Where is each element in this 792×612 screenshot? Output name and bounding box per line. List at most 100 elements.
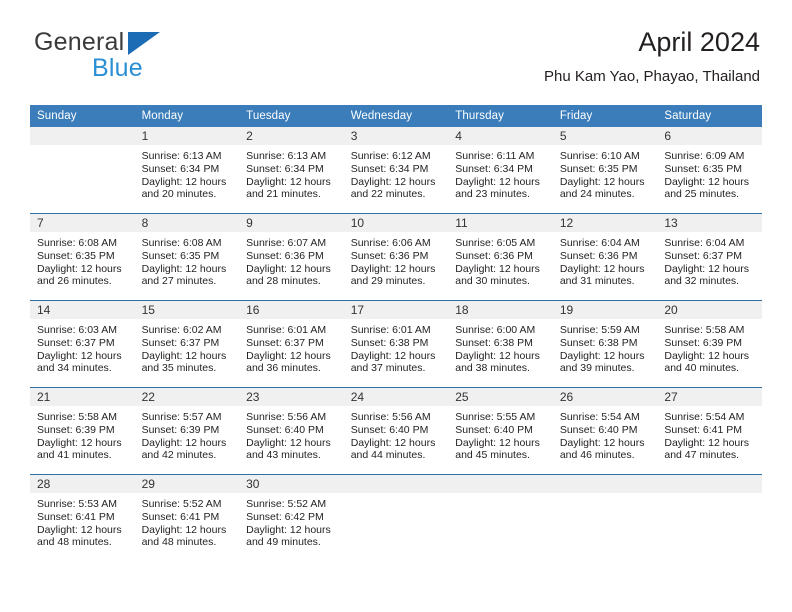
day-info: Sunrise: 6:07 AM Sunset: 6:36 PM Dayligh… — [239, 232, 344, 288]
day-cell[interactable]: 15 Sunrise: 6:02 AM Sunset: 6:37 PM Dayl… — [134, 300, 240, 388]
day-cell[interactable]: 8 Sunrise: 6:08 AM Sunset: 6:35 PM Dayli… — [134, 213, 240, 301]
day-info: Sunrise: 6:02 AM Sunset: 6:37 PM Dayligh… — [135, 319, 240, 375]
day-cell[interactable]: 23 Sunrise: 5:56 AM Sunset: 6:40 PM Dayl… — [239, 387, 344, 475]
sunrise-text: Sunrise: 5:56 AM — [246, 411, 327, 423]
page-header: General Blue April 2024 Phu Kam Yao, Pha… — [32, 26, 760, 98]
day-cell[interactable] — [657, 474, 762, 559]
sunrise-text: Sunrise: 5:52 AM — [246, 498, 327, 510]
daylight-text-line1: Daylight: 12 hours — [246, 523, 331, 536]
day-cell[interactable]: 4 Sunrise: 6:11 AM Sunset: 6:34 PM Dayli… — [448, 127, 553, 214]
day-info: Sunrise: 5:54 AM Sunset: 6:40 PM Dayligh… — [553, 406, 658, 462]
daylight-text-line2: and 29 minutes. — [350, 275, 426, 288]
day-cell[interactable] — [343, 474, 449, 559]
day-cell[interactable]: 17 Sunrise: 6:01 AM Sunset: 6:38 PM Dayl… — [343, 300, 449, 388]
day-cell[interactable]: 7 Sunrise: 6:08 AM Sunset: 6:35 PM Dayli… — [30, 213, 135, 301]
day-cell[interactable]: 19 Sunrise: 5:59 AM Sunset: 6:38 PM Dayl… — [552, 300, 658, 388]
sunset-text: Sunset: 6:34 PM — [246, 162, 324, 175]
daylight-text-line1: Daylight: 12 hours — [141, 523, 227, 536]
sunrise-text: Sunrise: 5:54 AM — [559, 411, 640, 423]
day-info — [657, 493, 762, 498]
day-cell[interactable]: 3 Sunrise: 6:12 AM Sunset: 6:34 PM Dayli… — [343, 127, 449, 214]
daylight-text-line1: Daylight: 12 hours — [559, 175, 645, 188]
general-blue-logo[interactable]: General Blue — [32, 26, 242, 88]
day-cell[interactable]: 2 Sunrise: 6:13 AM Sunset: 6:34 PM Dayli… — [239, 127, 344, 214]
day-cell[interactable]: 14 Sunrise: 6:03 AM Sunset: 6:37 PM Dayl… — [30, 300, 135, 388]
sunrise-text: Sunrise: 5:58 AM — [664, 324, 745, 336]
daylight-text-line2: and 37 minutes. — [350, 362, 426, 375]
day-info: Sunrise: 6:13 AM Sunset: 6:34 PM Dayligh… — [239, 145, 344, 201]
day-cell[interactable]: 28 Sunrise: 5:53 AM Sunset: 6:41 PM Dayl… — [30, 474, 135, 559]
sunset-text: Sunset: 6:42 PM — [246, 510, 324, 523]
week-row: 28 Sunrise: 5:53 AM Sunset: 6:41 PM Dayl… — [30, 474, 762, 559]
day-cell[interactable]: 21 Sunrise: 5:58 AM Sunset: 6:39 PM Dayl… — [30, 387, 135, 475]
daylight-text-line1: Daylight: 12 hours — [246, 349, 331, 362]
daylight-text-line2: and 40 minutes. — [664, 362, 740, 375]
daylight-text-line1: Daylight: 12 hours — [350, 175, 436, 188]
daylight-text-line1: Daylight: 12 hours — [246, 175, 331, 188]
day-cell[interactable]: 24 Sunrise: 5:56 AM Sunset: 6:40 PM Dayl… — [343, 387, 449, 475]
sunset-text: Sunset: 6:37 PM — [37, 336, 115, 349]
daylight-text-line1: Daylight: 12 hours — [664, 349, 750, 362]
logo-text-general: General — [34, 28, 125, 56]
day-cell[interactable]: 13 Sunrise: 6:04 AM Sunset: 6:37 PM Dayl… — [657, 213, 762, 301]
day-cell[interactable]: 1 Sunrise: 6:13 AM Sunset: 6:34 PM Dayli… — [134, 127, 240, 214]
day-cell[interactable]: 12 Sunrise: 6:04 AM Sunset: 6:36 PM Dayl… — [552, 213, 658, 301]
day-number: 4 — [448, 127, 553, 145]
daylight-text-line2: and 20 minutes. — [141, 188, 217, 201]
day-cell[interactable] — [448, 474, 553, 559]
sunrise-text: Sunrise: 6:04 AM — [664, 237, 745, 249]
day-info: Sunrise: 5:59 AM Sunset: 6:38 PM Dayligh… — [553, 319, 658, 375]
sunrise-text: Sunrise: 5:57 AM — [141, 411, 222, 423]
day-cell[interactable]: 6 Sunrise: 6:09 AM Sunset: 6:35 PM Dayli… — [657, 127, 762, 214]
daylight-text-line1: Daylight: 12 hours — [455, 262, 540, 275]
day-cell[interactable]: 25 Sunrise: 5:55 AM Sunset: 6:40 PM Dayl… — [448, 387, 553, 475]
day-cell[interactable]: 22 Sunrise: 5:57 AM Sunset: 6:39 PM Dayl… — [134, 387, 240, 475]
daylight-text-line2: and 39 minutes. — [559, 362, 635, 375]
day-info: Sunrise: 5:58 AM Sunset: 6:39 PM Dayligh… — [30, 406, 135, 462]
page-subtitle: Phu Kam Yao, Phayao, Thailand — [544, 68, 760, 85]
day-cell[interactable] — [30, 127, 135, 214]
daylight-text-line1: Daylight: 12 hours — [141, 262, 227, 275]
sunset-text: Sunset: 6:35 PM — [559, 162, 638, 175]
day-cell[interactable]: 30 Sunrise: 5:52 AM Sunset: 6:42 PM Dayl… — [239, 474, 344, 559]
daylight-text-line2: and 48 minutes. — [37, 536, 112, 549]
day-info: Sunrise: 6:13 AM Sunset: 6:34 PM Dayligh… — [135, 145, 240, 201]
day-info: Sunrise: 6:05 AM Sunset: 6:36 PM Dayligh… — [448, 232, 553, 288]
day-cell[interactable]: 27 Sunrise: 5:54 AM Sunset: 6:41 PM Dayl… — [657, 387, 762, 475]
sunset-text: Sunset: 6:40 PM — [455, 423, 533, 436]
day-info: Sunrise: 6:09 AM Sunset: 6:35 PM Dayligh… — [657, 145, 762, 201]
daylight-text-line2: and 43 minutes. — [246, 449, 321, 462]
day-info: Sunrise: 5:53 AM Sunset: 6:41 PM Dayligh… — [30, 493, 135, 549]
day-cell[interactable]: 16 Sunrise: 6:01 AM Sunset: 6:37 PM Dayl… — [239, 300, 344, 388]
sunset-text: Sunset: 6:40 PM — [246, 423, 324, 436]
day-cell[interactable]: 29 Sunrise: 5:52 AM Sunset: 6:41 PM Dayl… — [134, 474, 240, 559]
daylight-text-line1: Daylight: 12 hours — [664, 175, 750, 188]
day-cell[interactable]: 9 Sunrise: 6:07 AM Sunset: 6:36 PM Dayli… — [239, 213, 344, 301]
day-number — [343, 475, 449, 493]
day-cell[interactable] — [552, 474, 658, 559]
day-number: 23 — [239, 388, 344, 406]
day-number: 28 — [30, 475, 135, 493]
day-cell[interactable]: 5 Sunrise: 6:10 AM Sunset: 6:35 PM Dayli… — [552, 127, 658, 214]
week-row: 7 Sunrise: 6:08 AM Sunset: 6:35 PM Dayli… — [30, 213, 762, 301]
day-number: 14 — [30, 301, 135, 319]
sunset-text: Sunset: 6:41 PM — [141, 510, 220, 523]
weekday-header-wednesday: Wednesday — [343, 105, 449, 127]
day-cell[interactable]: 11 Sunrise: 6:05 AM Sunset: 6:36 PM Dayl… — [448, 213, 553, 301]
day-cell[interactable]: 18 Sunrise: 6:00 AM Sunset: 6:38 PM Dayl… — [448, 300, 553, 388]
sunset-text: Sunset: 6:38 PM — [350, 336, 429, 349]
week-row: 21 Sunrise: 5:58 AM Sunset: 6:39 PM Dayl… — [30, 387, 762, 475]
sunrise-text: Sunrise: 6:05 AM — [455, 237, 536, 249]
daylight-text-line1: Daylight: 12 hours — [350, 262, 436, 275]
day-cell[interactable]: 26 Sunrise: 5:54 AM Sunset: 6:40 PM Dayl… — [552, 387, 658, 475]
day-number: 6 — [657, 127, 762, 145]
sunset-text: Sunset: 6:35 PM — [37, 249, 115, 262]
day-cell[interactable]: 10 Sunrise: 6:06 AM Sunset: 6:36 PM Dayl… — [343, 213, 449, 301]
day-number: 21 — [30, 388, 135, 406]
logo-triangle-icon — [128, 32, 160, 55]
daylight-text-line2: and 21 minutes. — [246, 188, 321, 201]
day-info — [553, 493, 658, 498]
day-cell[interactable]: 20 Sunrise: 5:58 AM Sunset: 6:39 PM Dayl… — [657, 300, 762, 388]
sunrise-text: Sunrise: 6:11 AM — [455, 150, 535, 162]
weekday-header-sunday: Sunday — [30, 105, 135, 127]
